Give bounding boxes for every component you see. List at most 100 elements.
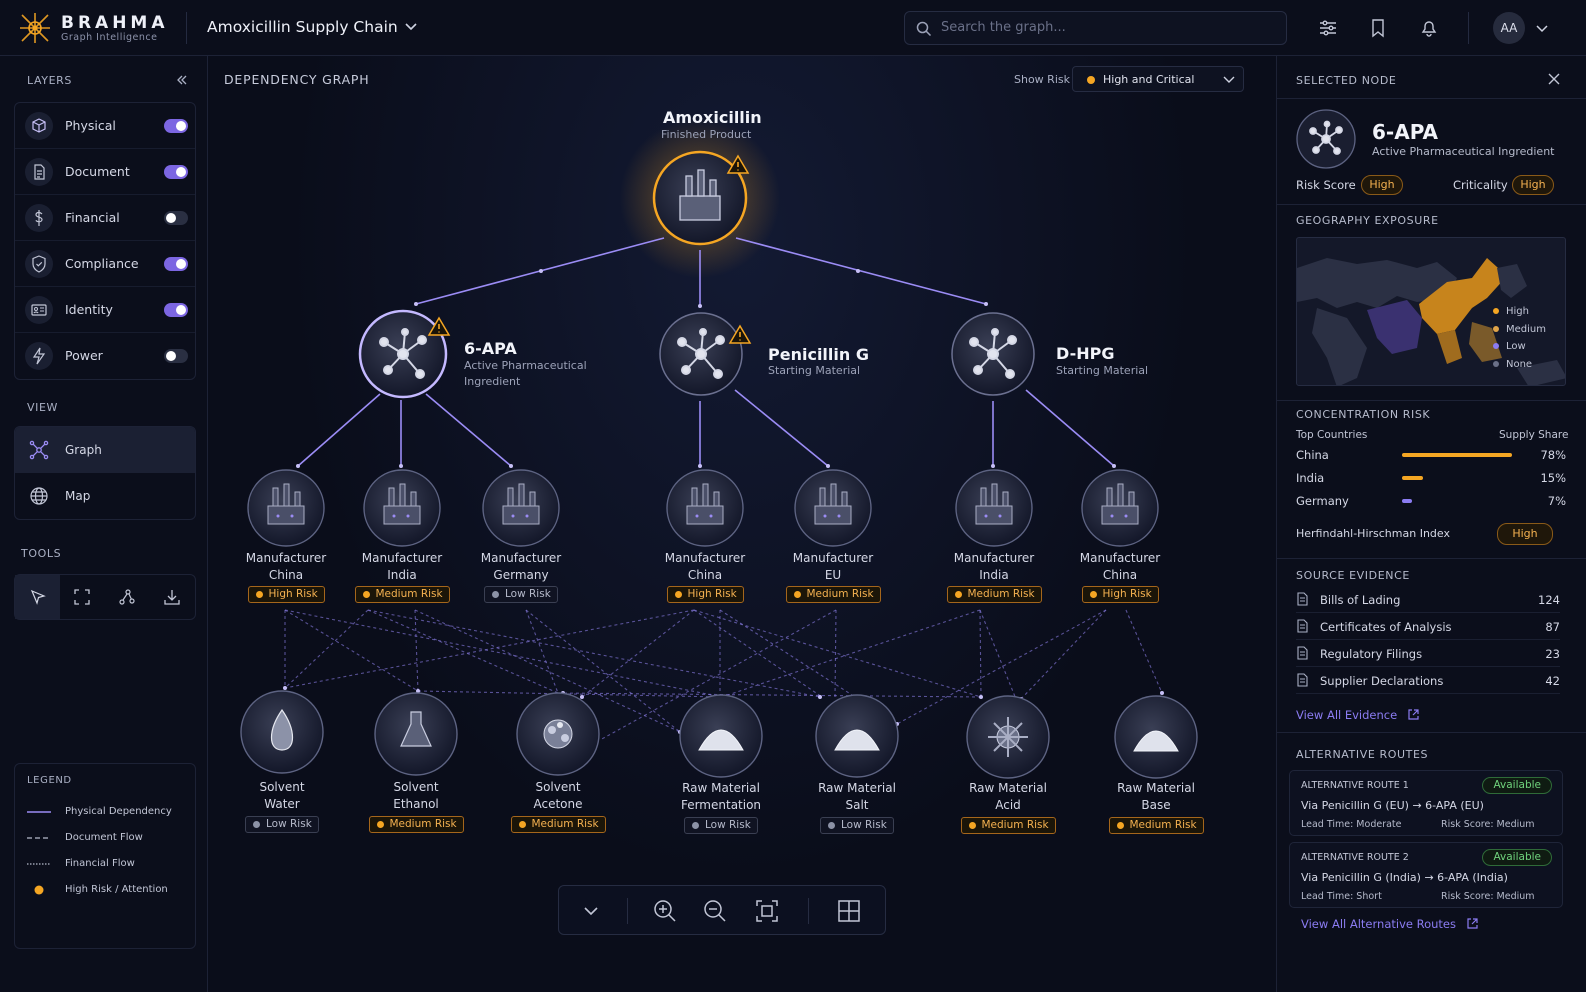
layer-toggle[interactable] [164, 257, 188, 271]
node-6-apa[interactable] [358, 309, 448, 399]
zoom-in-icon[interactable] [651, 897, 679, 925]
grid-layout-icon[interactable] [835, 897, 863, 925]
node-material[interactable] [679, 694, 763, 778]
search-box[interactable] [904, 11, 1287, 45]
risk-dot-icon [362, 591, 370, 598]
geography-map[interactable]: High Medium Low None [1296, 237, 1566, 386]
evidence-row[interactable]: Regulatory Filings 23 [1296, 641, 1560, 667]
route-path: Via Penicillin G (EU) → 6-APA (EU) [1301, 799, 1484, 812]
risk-dot-icon [954, 591, 962, 598]
risk-badge-label: High Risk [1102, 588, 1152, 600]
country-name: Germany [1296, 494, 1349, 508]
node-label-line: Acetone [533, 796, 583, 811]
node-label: Raw Material Fermentation [661, 780, 781, 813]
alt-routes-heading: ALTERNATIVE ROUTES [1296, 748, 1429, 761]
layer-power[interactable]: Power [15, 333, 195, 379]
node-manufacturer[interactable] [794, 469, 872, 547]
zoom-out-icon[interactable] [701, 897, 729, 925]
layer-toggle[interactable] [164, 119, 188, 133]
select-tool[interactable] [15, 575, 60, 619]
view-graph[interactable]: Graph [15, 427, 195, 473]
export-tool[interactable] [150, 575, 195, 619]
orange-dot-icon [34, 885, 44, 895]
node-manufacturer[interactable] [666, 469, 744, 547]
brahma-logo-icon[interactable] [18, 11, 52, 45]
risk-badge: High Risk [247, 586, 325, 603]
node-label: Manufacturer China [645, 550, 765, 583]
risk-badge: Medium Risk [1108, 817, 1204, 834]
layers-heading: LAYERS [27, 74, 72, 87]
filter-sliders-icon[interactable] [1318, 18, 1338, 38]
alt-route-card[interactable]: ALTERNATIVE ROUTE 1 Available Via Penici… [1289, 770, 1563, 836]
risk-badge-label: Low Risk [266, 818, 312, 830]
evidence-heading: SOURCE EVIDENCE [1296, 569, 1410, 582]
map-legend-item: High [1493, 303, 1546, 321]
layer-compliance[interactable]: Compliance [15, 241, 195, 287]
share-nodes-icon [119, 589, 135, 605]
view-all-evidence-link[interactable]: View All Evidence [1296, 704, 1419, 723]
evidence-row[interactable]: Bills of Lading 124 [1296, 587, 1560, 613]
map-legend-item: None [1493, 356, 1546, 374]
node-manufacturer[interactable] [482, 469, 560, 547]
fit-screen-icon[interactable] [753, 897, 781, 925]
details-panel: SELECTED NODE 6-APA Active Pharmaceutica… [1276, 56, 1586, 992]
layer-document[interactable]: Document [15, 149, 195, 195]
risk-dot-icon [968, 822, 976, 829]
node-manufacturer[interactable] [247, 469, 325, 547]
layer-toggle[interactable] [164, 303, 188, 317]
evidence-row[interactable]: Certificates of Analysis 87 [1296, 614, 1560, 640]
layer-physical[interactable]: Physical [15, 103, 195, 149]
path-tool[interactable] [105, 575, 150, 619]
node-material[interactable] [374, 692, 458, 776]
cube-icon [25, 112, 53, 140]
project-title[interactable]: Amoxicillin Supply Chain [207, 18, 398, 36]
node-label: Raw Material Base [1096, 780, 1216, 813]
node-name: Penicillin G [768, 345, 869, 364]
risk-badge-label: Low Risk [505, 588, 551, 600]
left-panel: LAYERS Physical Document Financial Compl… [0, 56, 208, 992]
node-manufacturer[interactable] [1081, 469, 1159, 547]
evidence-count: 23 [1545, 647, 1560, 661]
node-material[interactable] [516, 692, 600, 776]
bookmark-icon[interactable] [1368, 18, 1388, 38]
node-material[interactable] [1114, 695, 1198, 779]
node-material[interactable] [240, 690, 324, 774]
route-path: Via Penicillin G (India) → 6-APA (India) [1301, 871, 1508, 884]
node-label-line: Ethanol [393, 796, 439, 811]
view-map[interactable]: Map [15, 473, 195, 519]
node-material[interactable] [815, 694, 899, 778]
graph-canvas[interactable]: DEPENDENCY GRAPH Show Risk High and Crit… [208, 56, 1276, 992]
evidence-row[interactable]: Supplier Declarations 42 [1296, 668, 1560, 694]
layer-identity[interactable]: Identity [15, 287, 195, 333]
risk-badge-label: Medium Risk [389, 818, 457, 830]
chevron-down-icon[interactable] [577, 897, 605, 925]
top-countries-label: Top Countries [1296, 429, 1368, 441]
view-all-routes-link[interactable]: View All Alternative Routes [1301, 913, 1478, 932]
layer-toggle[interactable] [164, 349, 188, 363]
risk-badge: Medium Risk [354, 586, 450, 603]
fit-view-tool[interactable] [60, 575, 105, 619]
node-manufacturer[interactable] [955, 469, 1033, 547]
route-risk: Risk Score: Medium [1441, 891, 1535, 902]
chevron-down-icon[interactable] [404, 22, 418, 32]
alt-route-card[interactable]: ALTERNATIVE ROUTE 2 Available Via Penici… [1289, 842, 1563, 931]
node-label-line: Germany [493, 567, 549, 582]
collapse-panel-icon[interactable] [176, 74, 188, 86]
layer-toggle[interactable] [164, 211, 188, 225]
node-label-line: China [1102, 567, 1138, 582]
status-badge: Available [1482, 849, 1552, 866]
layer-toggle[interactable] [164, 165, 188, 179]
node-d-hpg[interactable] [951, 312, 1035, 396]
legend-heading: LEGEND [27, 775, 72, 786]
layer-financial[interactable]: Financial [15, 195, 195, 241]
search-input[interactable] [941, 20, 1271, 35]
close-icon[interactable] [1548, 73, 1560, 85]
user-avatar[interactable]: AA [1493, 12, 1525, 44]
node-label: Raw Material Salt [797, 780, 917, 813]
node-manufacturer[interactable] [363, 469, 441, 547]
bell-icon[interactable] [1419, 18, 1439, 38]
node-material[interactable] [966, 695, 1050, 779]
route-risk: Risk Score: Medium [1441, 819, 1535, 830]
node-penicillin-g[interactable] [659, 312, 743, 396]
chevron-down-icon[interactable] [1535, 24, 1549, 34]
